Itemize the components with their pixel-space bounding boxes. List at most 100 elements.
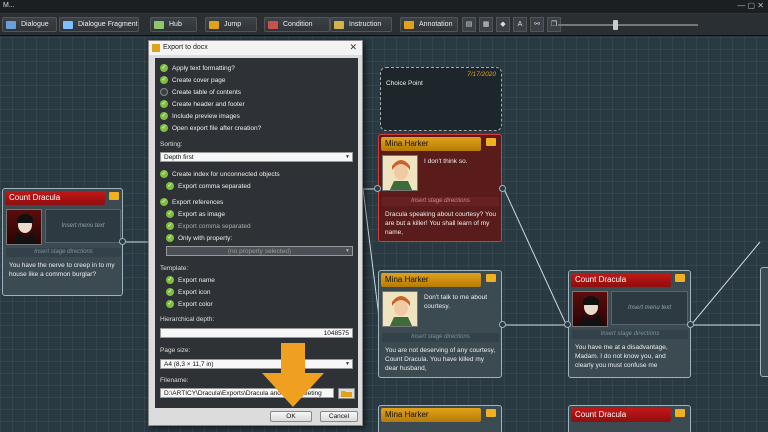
dracula-right-node[interactable]: Count Dracula Insert menu text Insert st… — [568, 270, 691, 378]
chevron-down-icon: ▼ — [345, 361, 350, 367]
chevron-down-icon: ▼ — [345, 154, 350, 160]
checkbox-icon[interactable]: ✓ — [166, 182, 174, 190]
pagesize-value: A4 (8,3 × 11,7 in) — [164, 361, 214, 368]
depth-input[interactable]: 1048575 — [160, 328, 353, 338]
option-ref-comma[interactable]: ✓ Export comma separated — [166, 222, 251, 230]
offscreen-node[interactable] — [760, 267, 768, 377]
dracula-left-node[interactable]: Count Dracula Insert menu text Insert st… — [2, 188, 123, 296]
checkbox-icon[interactable]: ✓ — [166, 288, 174, 296]
toolbar-dialogue-button[interactable]: Dialogue — [2, 17, 57, 32]
avatar — [382, 291, 418, 327]
checkbox-icon[interactable]: ✓ — [166, 276, 174, 284]
option-label: Include preview images — [172, 112, 240, 120]
template-label: Template: — [160, 265, 189, 272]
checkbox-icon[interactable]: ✓ — [160, 112, 168, 120]
dracula-node-bottom[interactable]: Count Dracula — [568, 405, 691, 432]
toolbar-hub-label: Hub — [169, 21, 182, 28]
option-open-after[interactable]: ✓ Open export file after creation? — [160, 124, 261, 132]
layout-icon[interactable]: ▤ — [462, 17, 476, 32]
option-table-of-contents[interactable]: Create table of contents — [160, 88, 241, 96]
ok-button[interactable]: OK — [270, 411, 312, 422]
browse-folder-button[interactable] — [338, 388, 355, 399]
annotation-icon — [404, 21, 414, 29]
checkbox-icon[interactable]: ✓ — [166, 234, 174, 242]
option-export-name[interactable]: ✓ Export name — [166, 276, 215, 284]
toolbar-condition-label: Condition — [283, 21, 313, 28]
dialogue-fragment-icon — [63, 21, 73, 29]
dialogue-text: You have the nerve to creep in to my hou… — [9, 262, 115, 278]
window-controls[interactable]: — ▢ ✕ — [737, 1, 764, 10]
choice-point-node[interactable]: 7/17/2020 Choice Point — [380, 67, 502, 131]
option-label: Export references — [172, 198, 224, 206]
sorting-select[interactable]: Depth first ▼ — [160, 152, 353, 162]
checkbox-icon[interactable]: ✓ — [166, 210, 174, 218]
note-icon — [675, 409, 685, 417]
mina-node-selected[interactable]: Mina Harker I don't think so. Insert sta… — [378, 134, 502, 242]
sorting-value: Depth first — [164, 154, 194, 161]
option-export-references[interactable]: ✓ Export references — [160, 198, 223, 206]
checkbox-icon[interactable]: ✓ — [160, 76, 168, 84]
toolbar-dialogue-fragment-button[interactable]: Dialogue Fragment — [59, 17, 139, 32]
stage-directions: Insert stage directions — [6, 248, 121, 257]
checkbox-icon[interactable]: ✓ — [160, 64, 168, 72]
mina-node-bottom[interactable]: Mina Harker — [378, 405, 502, 432]
option-label: Export as image — [178, 210, 225, 218]
zoom-slider[interactable] — [558, 20, 698, 30]
snap-icon[interactable]: ◆ — [496, 17, 510, 32]
output-pin[interactable] — [499, 185, 506, 192]
checkbox-icon[interactable]: ✓ — [160, 170, 168, 178]
checkbox-icon[interactable]: ✓ — [160, 198, 168, 206]
output-pin[interactable] — [119, 238, 126, 245]
property-placeholder: (no property selected) — [227, 248, 292, 255]
close-icon[interactable]: ✕ — [349, 42, 357, 53]
folder-icon — [341, 391, 352, 397]
output-pin[interactable] — [499, 321, 506, 328]
toolbar-condition-button[interactable]: Condition — [264, 17, 330, 32]
checkbox-icon[interactable] — [160, 88, 168, 96]
note-icon — [486, 274, 496, 282]
option-export-color[interactable]: ✓ Export color — [166, 300, 213, 308]
instruction-icon — [334, 21, 344, 29]
dialog-body: ✓ Apply text formatting? ✓ Create cover pa… — [155, 58, 358, 408]
option-ref-image[interactable]: ✓ Export as image — [166, 210, 225, 218]
option-index-comma[interactable]: ✓ Export comma separated — [166, 182, 251, 190]
toolbar: Dialogue Dialogue Fragment Hub Jump Cond… — [0, 14, 768, 36]
output-pin[interactable] — [687, 321, 694, 328]
toolbar-annotation-button[interactable]: Annotation — [400, 17, 458, 32]
mina-node[interactable]: Mina Harker Don't talk to me about court… — [378, 270, 502, 378]
input-pin[interactable] — [374, 185, 381, 192]
option-label: Export comma separated — [178, 182, 251, 190]
flow-canvas[interactable]: 7/17/2020 Choice Point Count Dracula Ins… — [0, 37, 768, 432]
option-apply-formatting[interactable]: ✓ Apply text formatting? — [160, 64, 235, 72]
checkbox-icon[interactable]: ✓ — [160, 100, 168, 108]
toolbar-hub-button[interactable]: Hub — [150, 17, 197, 32]
grid-icon[interactable]: ▦ — [479, 17, 493, 32]
link-icon[interactable]: ⚯ — [530, 17, 544, 32]
note-icon — [675, 274, 685, 282]
option-label: Create header and footer — [172, 100, 245, 108]
option-preview-images[interactable]: ✓ Include preview images — [160, 112, 240, 120]
checkbox-icon[interactable]: ✓ — [166, 222, 174, 230]
property-select[interactable]: (no property selected) ▼ — [166, 246, 353, 256]
option-ref-only-property[interactable]: ✓ Only with property: — [166, 234, 232, 242]
option-label: Open export file after creation? — [172, 124, 262, 132]
toolbar-instruction-button[interactable]: Instruction — [330, 17, 392, 32]
option-export-icon[interactable]: ✓ Export icon — [166, 288, 211, 296]
zoom-slider-handle[interactable] — [613, 20, 618, 30]
option-header-footer[interactable]: ✓ Create header and footer — [160, 100, 245, 108]
node-speaker: Mina Harker — [381, 273, 481, 287]
note-icon — [486, 138, 496, 146]
option-cover-page[interactable]: ✓ Create cover page — [160, 76, 225, 84]
input-pin[interactable] — [564, 321, 571, 328]
toolbar-jump-button[interactable]: Jump — [205, 17, 257, 32]
option-create-index[interactable]: ✓ Create index for unconnected objects — [160, 170, 280, 178]
option-label: Create table of contents — [172, 88, 242, 96]
dialog-titlebar: Export to docx — [149, 41, 362, 55]
node-speaker: Count Dracula — [571, 408, 671, 422]
font-icon[interactable]: A — [513, 17, 527, 32]
checkbox-icon[interactable]: ✓ — [160, 124, 168, 132]
dialogue-text: You are not deserving of any courtesy, C… — [385, 347, 496, 372]
checkbox-icon[interactable]: ✓ — [166, 300, 174, 308]
cancel-button[interactable]: Cancel — [320, 411, 358, 422]
avatar — [572, 291, 608, 327]
